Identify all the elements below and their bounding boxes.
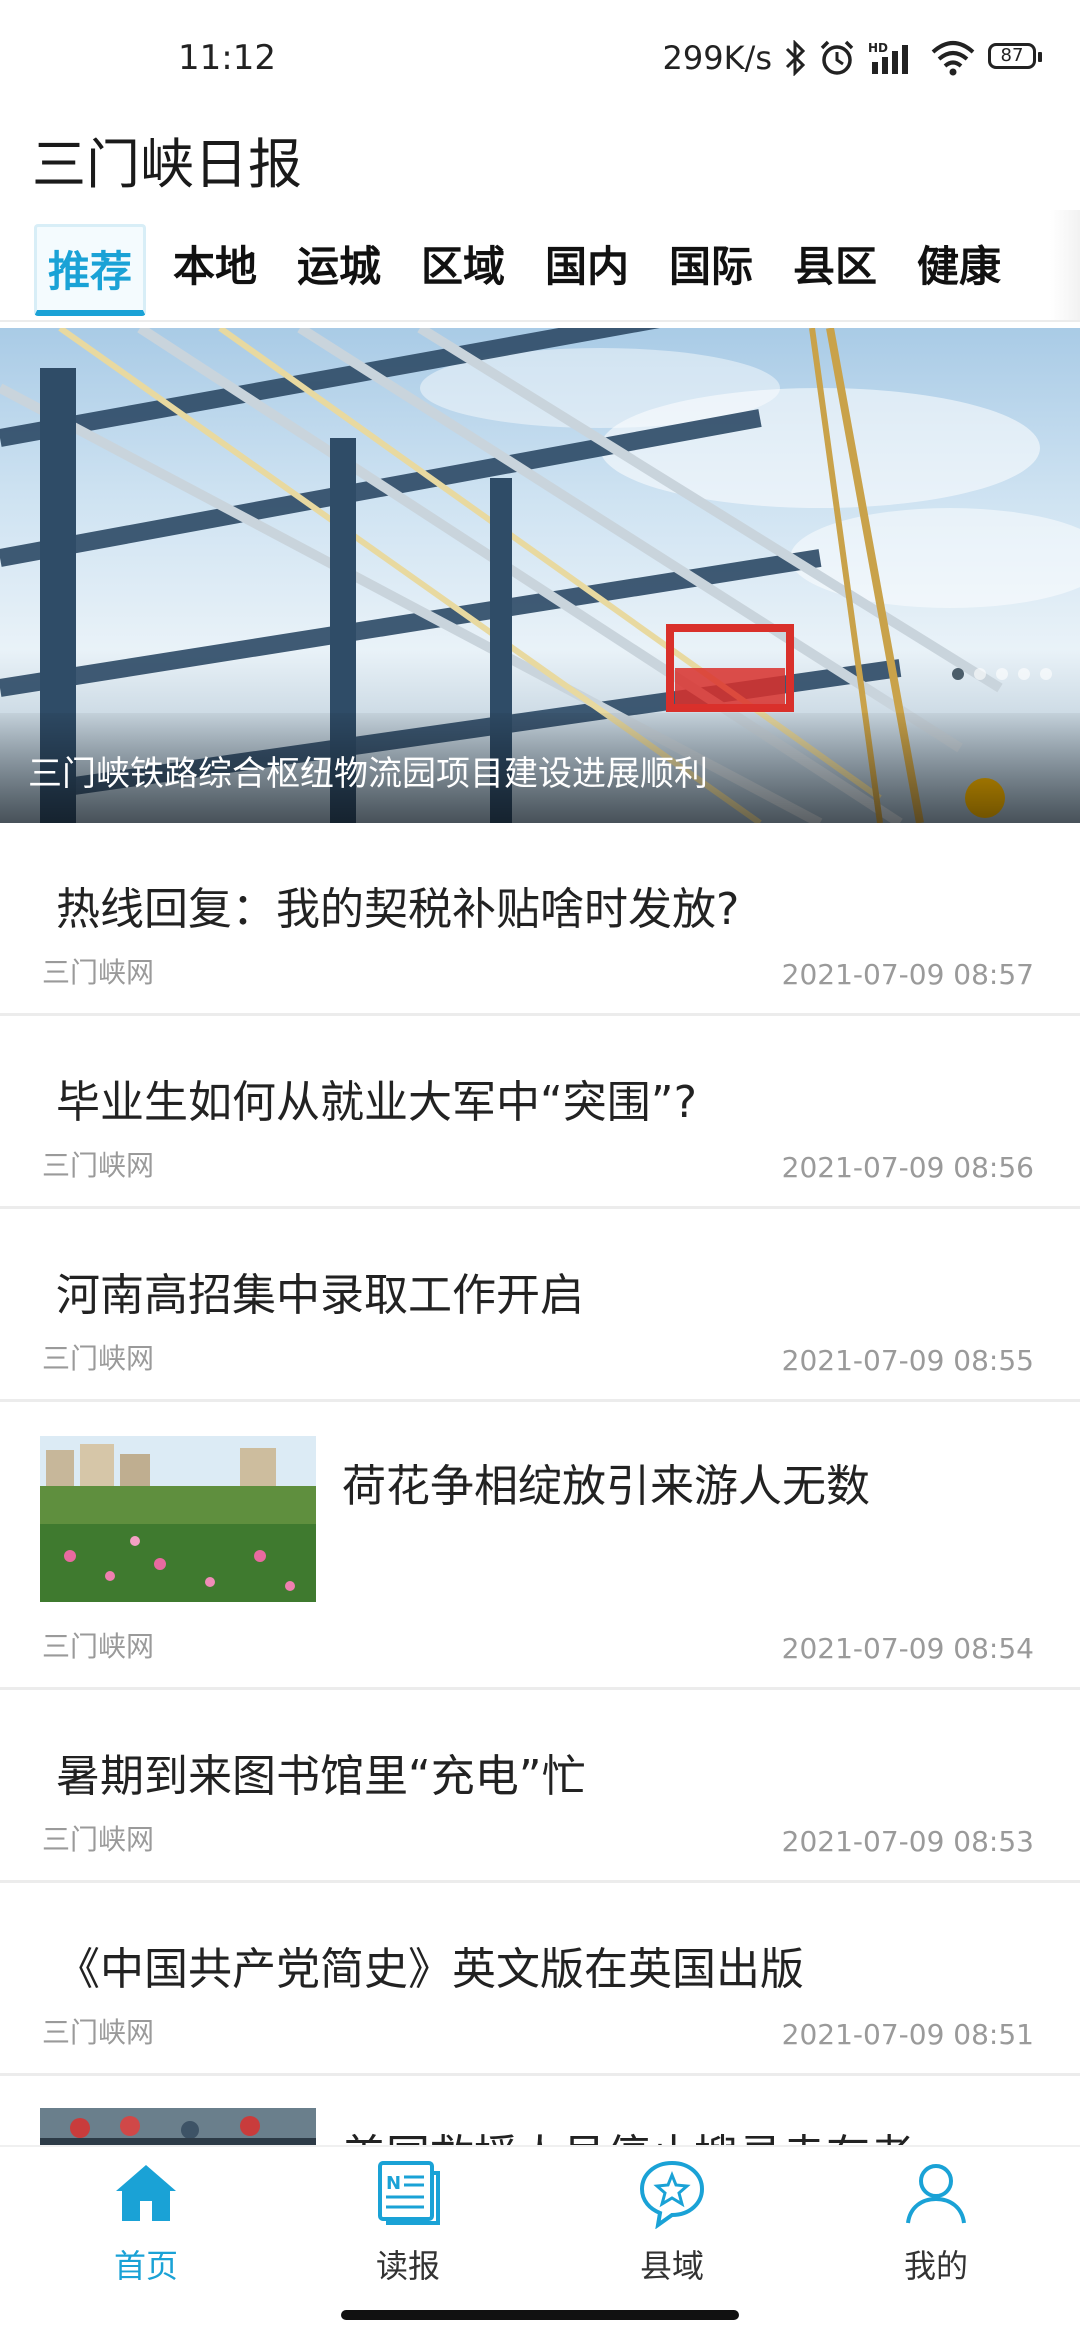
tab-label: 国内 xyxy=(544,241,629,291)
nav-label: 我的 xyxy=(903,2247,968,2285)
news-date: 2021-07-09 08:53 xyxy=(781,1825,1034,1858)
battery-icon: 87 xyxy=(988,43,1044,73)
banner-carousel[interactable]: 三门峡铁路综合枢纽物流园项目建设进展顺利 xyxy=(0,328,1080,823)
network-speed: 299K/s xyxy=(662,39,772,77)
news-item[interactable]: 毕业生如何从就业大军中“突围”? 三门峡网 2021-07-09 08:56 xyxy=(0,1016,1080,1209)
banner-indicator xyxy=(952,668,1052,680)
banner-dot xyxy=(996,668,1008,680)
svg-text:HD: HD xyxy=(868,41,888,55)
nav-mine[interactable]: 我的 xyxy=(836,2157,1036,2317)
status-bar: 11:12 299K/s HD 87 xyxy=(0,0,1080,110)
banner-dot xyxy=(974,668,986,680)
tab-international[interactable]: 国际 xyxy=(656,228,766,298)
category-tabs: 推荐 本地 运城 区域 国内 国际 县区 健康 xyxy=(0,210,1080,322)
news-item[interactable]: 热线回复：我的契税补贴啥时发放? 三门峡网 2021-07-09 08:57 xyxy=(0,823,1080,1016)
tabs-scroll-fade xyxy=(1050,210,1080,320)
news-title: 热线回复：我的契税补贴啥时发放? xyxy=(56,884,740,935)
news-source: 三门峡网 xyxy=(42,956,155,989)
banner-dot xyxy=(952,668,964,680)
app-title: 三门峡日报 xyxy=(32,133,302,196)
news-source: 三门峡网 xyxy=(42,1630,155,1663)
nav-label: 首页 xyxy=(113,2247,178,2285)
tab-county[interactable]: 县区 xyxy=(780,228,890,298)
status-time: 11:12 xyxy=(178,38,276,78)
news-source: 三门峡网 xyxy=(42,1149,155,1182)
news-title: 荷花争相绽放引来游人无数 xyxy=(342,1461,870,1512)
banner-caption: 三门峡铁路综合枢纽物流园项目建设进展顺利 xyxy=(28,754,708,794)
user-icon xyxy=(906,2164,966,2224)
tab-label: 县区 xyxy=(792,241,877,291)
tab-local[interactable]: 本地 xyxy=(160,228,270,298)
news-list: 热线回复：我的契税补贴啥时发放? 三门峡网 2021-07-09 08:57 毕… xyxy=(0,823,1080,2182)
star-chat-icon xyxy=(639,2160,705,2229)
news-date: 2021-07-09 08:54 xyxy=(781,1632,1034,1665)
news-item[interactable]: 《中国共产党简史》英文版在英国出版 三门峡网 2021-07-09 08:51 xyxy=(0,1883,1080,2076)
tab-yuncheng[interactable]: 运城 xyxy=(284,228,394,298)
alarm-icon xyxy=(820,40,854,75)
wifi-icon xyxy=(931,41,975,76)
news-thumbnail xyxy=(40,1436,316,1602)
news-date: 2021-07-09 08:57 xyxy=(781,958,1034,991)
tab-domestic[interactable]: 国内 xyxy=(532,228,642,298)
banner-dot xyxy=(1018,668,1030,680)
tab-health[interactable]: 健康 xyxy=(904,228,1014,298)
news-item[interactable]: 暑期到来图书馆里“充电”忙 三门峡网 2021-07-09 08:53 xyxy=(0,1690,1080,1883)
news-date: 2021-07-09 08:55 xyxy=(781,1344,1034,1377)
tab-label: 推荐 xyxy=(47,247,132,296)
nav-county[interactable]: 县域 xyxy=(572,2157,772,2317)
tab-label: 运城 xyxy=(296,241,381,291)
news-date: 2021-07-09 08:56 xyxy=(781,1151,1034,1184)
tab-label: 区域 xyxy=(420,241,505,291)
newspaper-icon: N xyxy=(378,2161,440,2225)
battery-level: 87 xyxy=(1000,45,1024,66)
news-source: 三门峡网 xyxy=(42,1823,155,1856)
home-icon xyxy=(116,2165,176,2221)
tab-recommend[interactable]: 推荐 xyxy=(34,224,146,316)
tab-label: 健康 xyxy=(916,241,1001,291)
news-item[interactable]: 河南高招集中录取工作开启 三门峡网 2021-07-09 08:55 xyxy=(0,1209,1080,1402)
news-date: 2021-07-09 08:51 xyxy=(781,2018,1034,2051)
news-title: 毕业生如何从就业大军中“突围”? xyxy=(56,1077,697,1128)
home-indicator[interactable] xyxy=(341,2310,739,2320)
news-title: 河南高招集中录取工作开启 xyxy=(56,1270,584,1321)
nav-label: 县域 xyxy=(639,2247,704,2285)
news-source: 三门峡网 xyxy=(42,1342,155,1375)
app-screen: 11:12 299K/s HD 87 三门峡日报 推荐 本地 运城 区域 国内 … xyxy=(0,0,1080,2340)
bluetooth-icon xyxy=(785,40,806,76)
nav-home[interactable]: 首页 xyxy=(46,2157,246,2317)
svg-text:N: N xyxy=(386,2173,401,2194)
nav-label: 读报 xyxy=(375,2247,440,2285)
news-title: 暑期到来图书馆里“充电”忙 xyxy=(56,1751,586,1802)
news-source: 三门峡网 xyxy=(42,2016,155,2049)
tab-region[interactable]: 区域 xyxy=(408,228,518,298)
tab-label: 本地 xyxy=(172,241,257,291)
status-icons: 299K/s HD 87 xyxy=(662,36,1044,80)
nav-read-paper[interactable]: N 读报 xyxy=(308,2157,508,2317)
hd-signal-icon: HD xyxy=(868,41,908,74)
news-item-with-image[interactable]: 荷花争相绽放引来游人无数 三门峡网 2021-07-09 08:54 xyxy=(0,1402,1080,1690)
news-title: 《中国共产党简史》英文版在英国出版 xyxy=(56,1944,804,1995)
tab-label: 国际 xyxy=(668,241,753,291)
banner-dot xyxy=(1040,668,1052,680)
